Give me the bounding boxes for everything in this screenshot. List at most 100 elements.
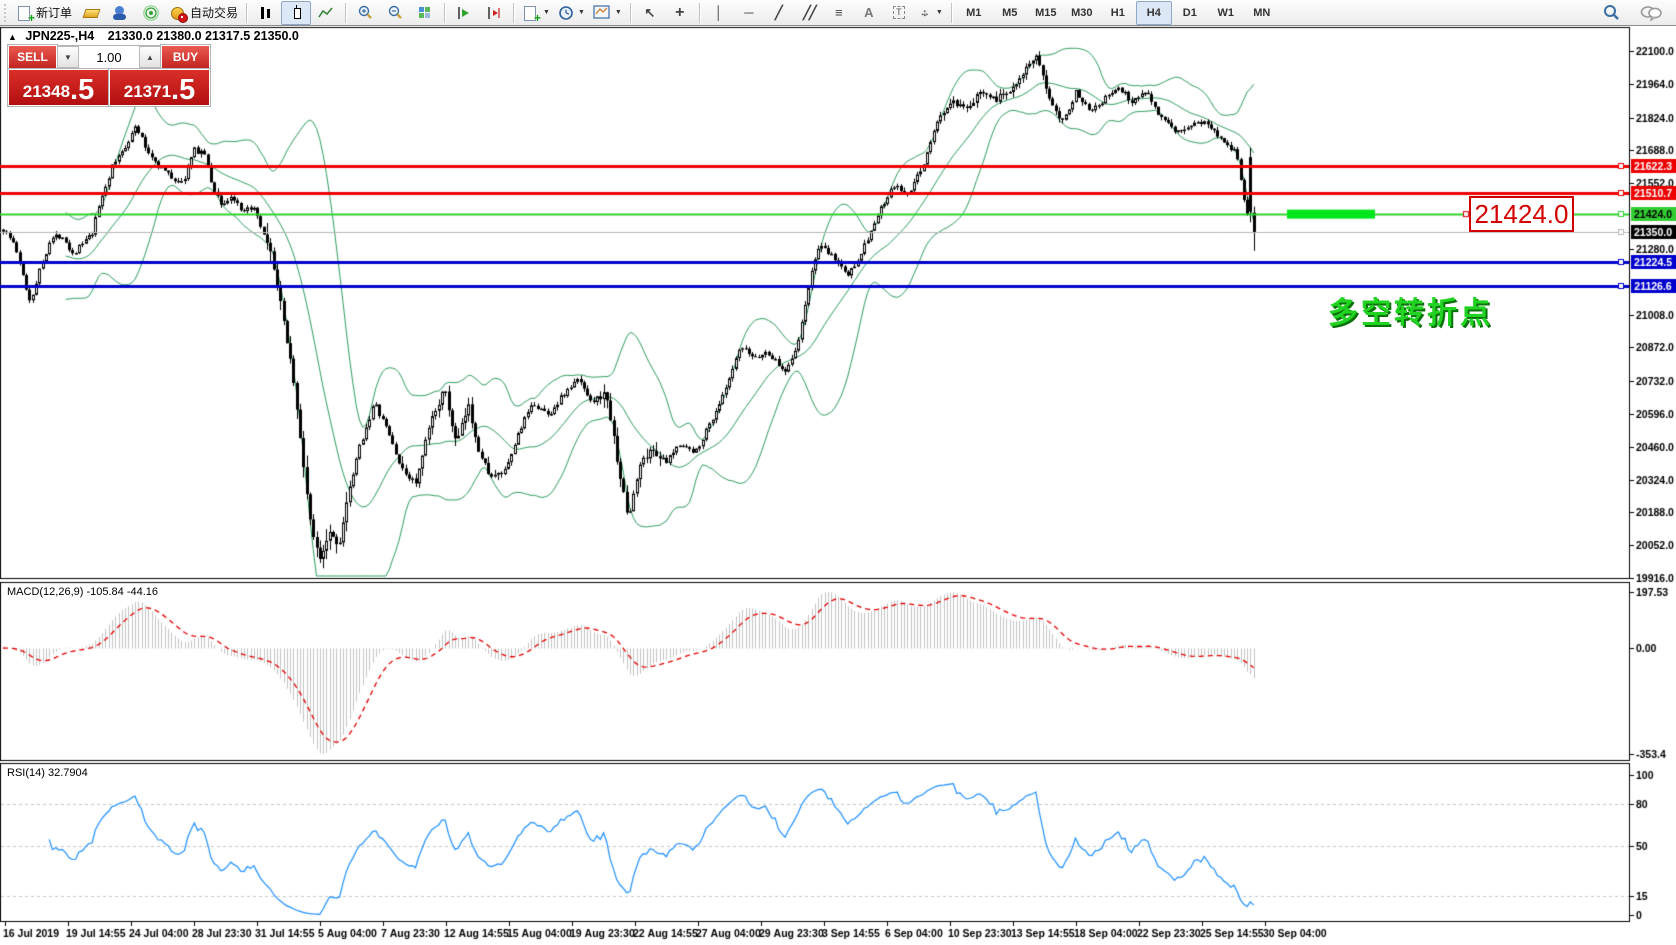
- buy-price-frac: .5: [171, 77, 195, 103]
- buy-price-int: 21371: [124, 81, 171, 103]
- signal-icon: [143, 5, 159, 21]
- chevron-down-icon: ▼: [578, 9, 585, 16]
- zoom-in-button[interactable]: [350, 1, 380, 25]
- horizontal-line-button[interactable]: ─: [734, 1, 764, 25]
- fibonacci-icon: ≡: [835, 5, 843, 20]
- price-chart-canvas[interactable]: [0, 0, 1676, 945]
- turning-point-annotation: 多空转折点: [1328, 288, 1493, 332]
- search-button[interactable]: [1596, 1, 1626, 25]
- auto-trading-label: 自动交易: [190, 4, 238, 21]
- toolbar-separator: [345, 3, 346, 23]
- vertical-line-button[interactable]: │: [704, 1, 734, 25]
- timeframe-w1-button[interactable]: W1: [1208, 1, 1244, 25]
- sell-price-display[interactable]: 21348.5: [8, 69, 109, 106]
- toolbar-separator: [513, 3, 514, 23]
- trendline-button[interactable]: ╱: [764, 1, 794, 25]
- toolbar-grip: [4, 4, 9, 22]
- buy-button[interactable]: BUY: [161, 45, 210, 69]
- crosshair-icon: +: [675, 4, 684, 22]
- auto-trading-icon: [170, 5, 187, 21]
- add-indicator-button[interactable]: +▼: [518, 1, 554, 25]
- price-callout-box[interactable]: 21424.0: [1469, 196, 1574, 232]
- add-indicator-icon: +: [522, 5, 539, 21]
- text-tool-icon: A: [864, 5, 873, 20]
- sell-price-int: 21348: [23, 81, 70, 103]
- volume-decrease-button[interactable]: ▼: [57, 46, 79, 68]
- fibonacci-button[interactable]: ≡: [824, 1, 854, 25]
- zoom-out-icon: [387, 5, 404, 21]
- zoom-out-button[interactable]: [380, 1, 410, 25]
- clock-icon: [558, 5, 574, 21]
- auto-scroll-button[interactable]: [449, 1, 479, 25]
- auto-scroll-icon: [456, 5, 472, 21]
- new-order-label: 新订单: [36, 4, 72, 21]
- timeframe-d1-button[interactable]: D1: [1172, 1, 1208, 25]
- candlestick-chart-button[interactable]: [281, 1, 311, 25]
- profiles-button[interactable]: [76, 1, 106, 25]
- gold-profile-icon: [83, 5, 100, 21]
- timeframe-h1-button[interactable]: H1: [1100, 1, 1136, 25]
- community-button[interactable]: [1636, 1, 1666, 25]
- chart-shift-button[interactable]: [479, 1, 509, 25]
- toolbar-separator: [444, 3, 445, 23]
- chart-symbol-period: JPN225-,H4: [25, 29, 94, 43]
- signals-button[interactable]: [136, 1, 166, 25]
- timeframe-h4-button[interactable]: H4: [1136, 1, 1172, 25]
- line-chart-icon: [318, 6, 334, 20]
- channel-button[interactable]: ╱╱: [794, 1, 824, 25]
- macd-indicator-label: MACD(12,26,9) -105.84 -44.16: [7, 586, 158, 598]
- volume-value[interactable]: 1.00: [79, 46, 139, 68]
- chart-title: ▲ JPN225-,H4 21330.0 21380.0 21317.5 213…: [8, 29, 299, 43]
- horizontal-line-icon: ─: [744, 5, 753, 20]
- label-tool-icon: T: [893, 6, 905, 19]
- timeframe-m5-button[interactable]: M5: [992, 1, 1028, 25]
- chevron-down-icon: ▼: [615, 9, 622, 16]
- line-chart-button[interactable]: [311, 1, 341, 25]
- volume-increase-button[interactable]: ▲: [139, 46, 161, 68]
- sell-price-frac: .5: [70, 77, 94, 103]
- timeframe-m30-button[interactable]: M30: [1064, 1, 1100, 25]
- new-order-icon: +: [16, 5, 33, 21]
- chat-bubbles-icon: [1640, 5, 1662, 21]
- trendline-icon: ╱: [775, 5, 783, 21]
- toolbar-separator: [699, 3, 700, 23]
- candlestick-icon: [288, 5, 305, 21]
- timeframe-mn-button[interactable]: MN: [1244, 1, 1280, 25]
- main-toolbar: + 新订单 自动交易 +▼ ▼ ▼ ↖ + │ ─ ╱: [0, 0, 1676, 26]
- market-watch-icon: [113, 5, 130, 21]
- rsi-indicator-label: RSI(14) 32.7904: [7, 767, 88, 779]
- templates-button[interactable]: ▼: [589, 1, 626, 25]
- chart-shift-icon: [486, 5, 502, 21]
- collapse-arrow-icon[interactable]: ▲: [8, 32, 17, 42]
- timeframe-m1-button[interactable]: M1: [956, 1, 992, 25]
- toolbar-separator: [246, 3, 247, 23]
- zoom-in-icon: [357, 5, 374, 21]
- text-tool-button[interactable]: A: [854, 1, 884, 25]
- vertical-line-icon: │: [715, 5, 723, 20]
- toolbar-separator: [630, 3, 631, 23]
- sell-button[interactable]: SELL: [8, 45, 57, 69]
- auto-trading-button[interactable]: 自动交易: [166, 1, 242, 25]
- chevron-down-icon: ▼: [936, 9, 943, 16]
- label-tool-button[interactable]: T: [884, 1, 914, 25]
- market-watch-button[interactable]: [106, 1, 136, 25]
- toolbar-separator: [951, 3, 952, 23]
- tile-windows-button[interactable]: [410, 1, 440, 25]
- cursor-icon: ↖: [644, 5, 655, 21]
- timeframe-m15-button[interactable]: M15: [1028, 1, 1064, 25]
- cursor-button[interactable]: ↖: [635, 1, 665, 25]
- arrows-tool-button[interactable]: ↔↕ ▼: [914, 1, 947, 25]
- search-icon: [1602, 4, 1620, 21]
- volume-stepper: ▼ 1.00 ▲: [57, 45, 161, 69]
- buy-price-display[interactable]: 21371.5: [109, 69, 210, 106]
- crosshair-button[interactable]: +: [665, 1, 695, 25]
- bar-chart-icon: [258, 5, 275, 21]
- chevron-down-icon: ▼: [543, 9, 550, 16]
- one-click-trading-panel: SELL ▼ 1.00 ▲ BUY 21348.5 21371.5: [8, 45, 210, 106]
- new-order-button[interactable]: + 新订单: [12, 1, 76, 25]
- chart-ohlc-values: 21330.0 21380.0 21317.5 21350.0: [108, 29, 299, 43]
- period-button[interactable]: ▼: [554, 1, 589, 25]
- channel-icon: ╱╱: [803, 5, 815, 21]
- arrows-tool-icon: ↔↕: [918, 6, 932, 20]
- bar-chart-button[interactable]: [251, 1, 281, 25]
